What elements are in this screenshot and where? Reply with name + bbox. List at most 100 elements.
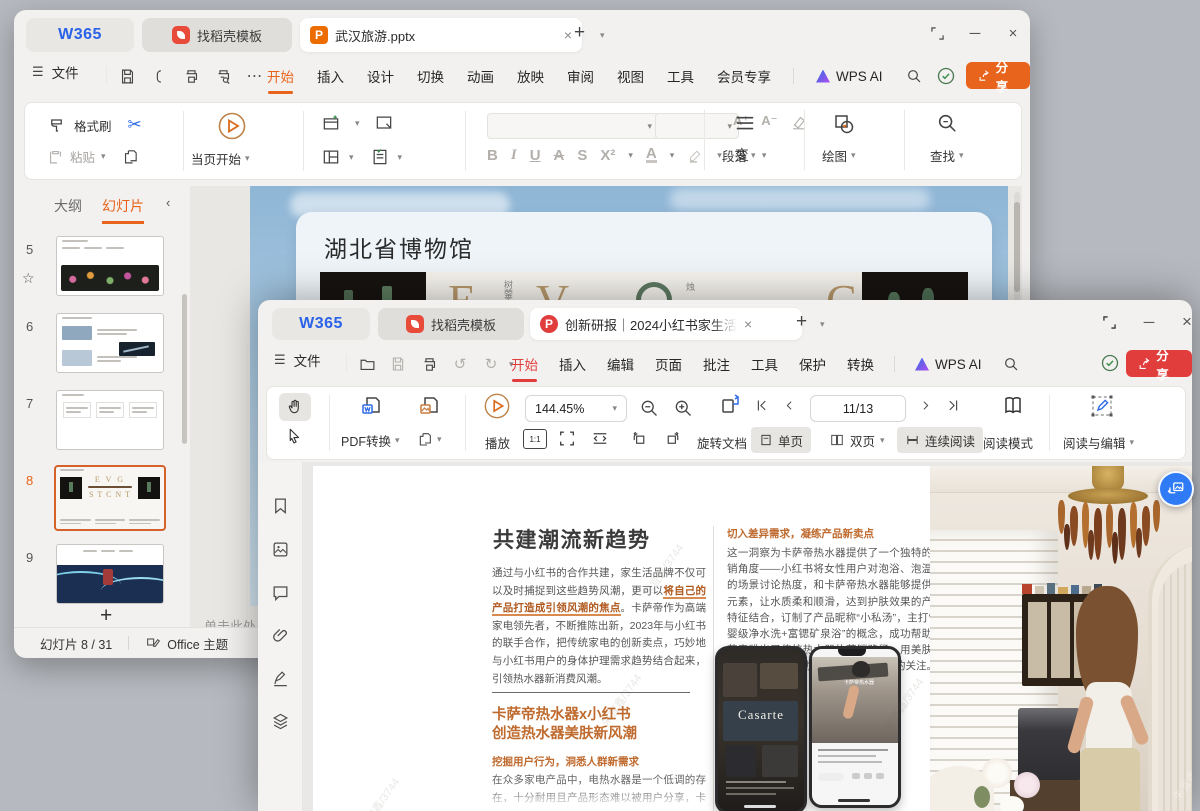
first-page-icon[interactable] (754, 398, 769, 413)
find-button[interactable]: 查找 ▾ (930, 146, 964, 165)
wps-ai-button[interactable]: WPS AI (914, 353, 983, 376)
attachments-icon[interactable] (271, 626, 291, 646)
minimize-button[interactable]: ─ (960, 20, 990, 46)
prev-page-icon[interactable] (783, 398, 796, 413)
tab-slides[interactable]: 幻灯片 (102, 196, 144, 224)
play-button[interactable]: 播放 (485, 433, 510, 452)
draw-icon[interactable] (832, 112, 856, 136)
rotate-doc-button[interactable]: 旋转文档 (697, 433, 747, 452)
menu-slideshow[interactable]: 放映 (516, 62, 545, 90)
search-icon[interactable] (905, 64, 923, 88)
close-button[interactable]: × (998, 20, 1028, 46)
hand-tool-button[interactable] (279, 393, 311, 421)
menu-insert[interactable]: 插入 (316, 62, 345, 90)
comments-icon[interactable] (271, 583, 291, 603)
signature-icon[interactable] (271, 669, 291, 689)
continuous-read-button[interactable]: 连续阅读 (897, 427, 984, 453)
underline-button[interactable]: U (530, 147, 541, 164)
rotate-left-icon[interactable] (629, 429, 649, 448)
slide-layout-icon[interactable] (321, 147, 341, 167)
restore-button[interactable] (922, 20, 952, 46)
new-tab-button[interactable]: + (796, 311, 807, 333)
fit-page-button[interactable] (557, 429, 577, 448)
share-button[interactable]: 分享 (966, 61, 1030, 94)
slide-list-icon[interactable] (370, 147, 390, 167)
menu-animation[interactable]: 动画 (466, 62, 495, 90)
menu-tools[interactable]: 工具 (666, 62, 695, 90)
tab-list-chevron-icon[interactable]: ▾ (820, 319, 825, 330)
font-family-select[interactable]: ▾ (487, 113, 659, 139)
theme-label[interactable]: Office 主题 (167, 634, 228, 653)
paste-button[interactable]: 粘贴 (70, 147, 95, 166)
read-edit-icon[interactable] (1089, 393, 1115, 419)
tab-close-icon[interactable]: × (564, 27, 572, 43)
new-slide-plus-button[interactable]: + (100, 604, 112, 628)
format-painter-button[interactable]: 格式刷 (74, 116, 112, 135)
rotate-right-icon[interactable] (663, 429, 683, 448)
paragraph-icon[interactable] (734, 114, 756, 134)
layers-icon[interactable] (271, 712, 291, 732)
read-mode-icon[interactable] (1001, 393, 1025, 417)
menu-insert[interactable]: 插入 (558, 350, 587, 378)
thumbnails-icon[interactable] (271, 540, 291, 560)
play-from-current-button[interactable]: 当页开始 ▾ (191, 149, 250, 168)
superscript-button[interactable]: X² (600, 147, 615, 164)
single-page-button[interactable]: 单页 (751, 427, 812, 453)
paragraph-button[interactable]: 段落 ▾ (722, 146, 756, 165)
restore-button[interactable] (1094, 309, 1124, 335)
format-painter-icon[interactable] (47, 116, 66, 135)
bookmarks-icon[interactable] (271, 496, 291, 516)
slide-thumbnail-5[interactable] (56, 236, 164, 296)
highlight-button[interactable] (687, 147, 704, 164)
menu-comment[interactable]: 批注 (702, 350, 731, 378)
font-color-button[interactable]: A (645, 146, 657, 163)
save-icon[interactable] (114, 64, 140, 88)
tab-close-icon[interactable]: × (744, 316, 752, 332)
export-icon[interactable] (146, 64, 172, 88)
play-from-current-icon[interactable] (217, 111, 247, 141)
menu-page[interactable]: 页面 (654, 350, 683, 378)
new-slide-icon[interactable] (321, 113, 341, 133)
wps-ai-button[interactable]: WPS AI (815, 65, 884, 88)
new-tab-button[interactable]: + (574, 22, 585, 44)
select-tool-button[interactable] (285, 427, 303, 445)
slide-thumbnail-8-selected[interactable]: E V G S T C N T (54, 465, 166, 531)
menu-convert[interactable]: 转换 (846, 350, 875, 378)
italic-button[interactable]: I (511, 147, 517, 164)
close-button[interactable]: × (1172, 309, 1200, 335)
tab-template-store[interactable]: 找稻壳模板 (378, 308, 524, 340)
menu-home[interactable]: 开始 (266, 62, 295, 94)
play-icon[interactable] (483, 392, 511, 420)
file-menu[interactable]: ☰ 文件 (32, 62, 79, 82)
floating-convert-button[interactable] (1158, 471, 1194, 507)
copy-pages-button[interactable]: ▾ (417, 431, 442, 447)
pdf-convert-button[interactable]: PDF转换 ▾ (341, 431, 400, 450)
doc-protect-check-icon[interactable] (936, 66, 956, 86)
pdf-to-word-icon[interactable] (359, 393, 383, 417)
print-icon[interactable] (178, 64, 204, 88)
fit-width-button[interactable] (589, 429, 611, 448)
rotate-doc-icon[interactable] (719, 392, 743, 416)
next-page-icon[interactable] (919, 398, 932, 413)
tab-template-store[interactable]: 找稻壳模板 (142, 18, 292, 52)
print-icon[interactable] (416, 352, 442, 376)
last-page-icon[interactable] (946, 398, 961, 413)
file-menu[interactable]: ☰ 文件 (274, 350, 321, 370)
slide-thumbnail-9[interactable] (56, 544, 164, 604)
menu-view[interactable]: 视图 (616, 62, 645, 90)
wps-home-button[interactable]: W365 (272, 308, 370, 340)
panel-scrollbar[interactable] (182, 294, 187, 444)
more-commands-icon[interactable]: ⋯ (242, 64, 268, 88)
double-page-button[interactable]: 双页 ▾ (823, 427, 891, 453)
tab-presentation-doc[interactable]: P 武汉旅游.pptx × (300, 18, 582, 52)
wps-home-button[interactable]: W365 (26, 18, 134, 52)
bold-button[interactable]: B (487, 147, 498, 164)
pdf-document-area[interactable]: 共建潮流新趋势 通过与小红书的合作共建，家生活品牌不仅可以及时捕捉到这些趋势风潮… (303, 462, 1192, 811)
page-number-input[interactable]: 11/13 (810, 395, 906, 422)
reset-slide-icon[interactable] (374, 113, 394, 133)
slide-thumbnail-6[interactable] (56, 313, 164, 373)
star-slide-icon[interactable]: ☆ (22, 270, 35, 287)
menu-home[interactable]: 开始 (510, 350, 539, 382)
share-button[interactable]: 分享 (1126, 349, 1192, 382)
tab-pdf-doc[interactable]: P 创新研报｜2024小红书家生活行 × (530, 308, 802, 340)
